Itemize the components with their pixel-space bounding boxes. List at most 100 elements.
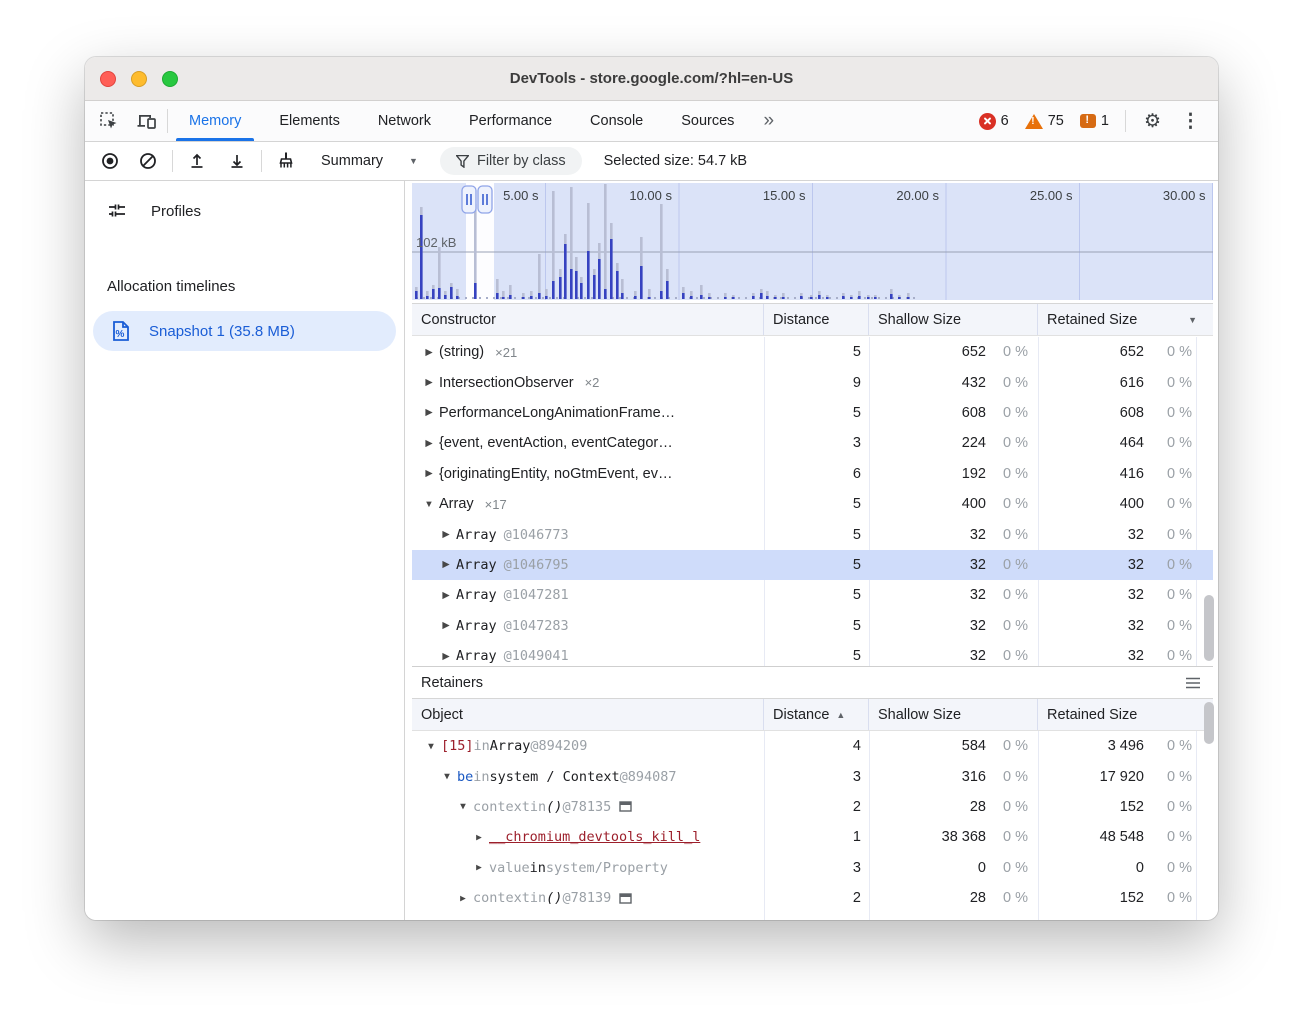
sidebar-item-profiles[interactable]: Profiles	[85, 191, 394, 231]
kebab-menu-icon[interactable]: ⋮	[1173, 110, 1208, 133]
minimize-window-button[interactable]	[131, 71, 147, 87]
save-profile-icon[interactable]	[222, 147, 252, 175]
constructor-row[interactable]: ▶ {event, eventAction, eventCategor… 3 2…	[412, 428, 1213, 458]
expander-collapsed-icon[interactable]: ▶	[422, 468, 436, 479]
cell-retained-size: 1520 %	[1038, 799, 1196, 815]
cell-retained-size: 320 %	[1038, 587, 1196, 603]
snapshot-label: Snapshot 1 (35.8 MB)	[149, 323, 295, 340]
tab-memory[interactable]: Memory	[170, 101, 260, 141]
settings-gear-icon[interactable]: ⚙	[1136, 110, 1169, 133]
column-header-distance[interactable]: Distance ▲	[764, 699, 869, 730]
warning-badge[interactable]: 75	[1019, 113, 1070, 129]
close-window-button[interactable]	[100, 71, 116, 87]
expander-collapsed-icon[interactable]: ▶	[439, 559, 453, 570]
cell-distance: 3	[764, 860, 869, 876]
expander-collapsed-icon[interactable]: ▶	[439, 620, 453, 631]
constructor-row[interactable]: ▼ Array ×17 5 4000 % 4000 %	[412, 489, 1213, 519]
constructor-row[interactable]: ▶ Array @1046773 5 320 % 320 %	[412, 519, 1213, 549]
retainers-section-bar: Retainers	[412, 666, 1213, 698]
expander-expanded-icon[interactable]: ▼	[440, 771, 454, 782]
cell-retained-size: 3 4960 %	[1038, 738, 1196, 754]
filter-by-class-input[interactable]: Filter by class	[440, 147, 582, 175]
error-badge[interactable]: 6	[973, 113, 1015, 130]
column-header-retained-size[interactable]: Retained Size	[1038, 699, 1213, 730]
column-header-retained-size[interactable]: Retained Size ▼	[1038, 304, 1213, 335]
error-count: 6	[1001, 113, 1009, 129]
tab-network[interactable]: Network	[359, 101, 450, 141]
expander-expanded-icon[interactable]: ▼	[422, 499, 436, 510]
column-header-distance[interactable]: Distance	[764, 304, 869, 335]
reveal-in-sources-icon[interactable]	[619, 801, 632, 812]
expander-collapsed-icon[interactable]: ▶	[456, 893, 470, 904]
perspective-select[interactable]: Summary ▼	[321, 153, 418, 169]
cell-shallow-size: 1920 %	[869, 466, 1038, 482]
chevron-down-icon: ▼	[409, 156, 418, 166]
expander-collapsed-icon[interactable]: ▶	[422, 377, 436, 388]
column-header-constructor[interactable]: Constructor	[412, 304, 764, 335]
inspect-element-icon[interactable]	[97, 109, 121, 133]
reveal-in-sources-icon[interactable]	[619, 893, 632, 904]
constructor-row[interactable]: ▶ IntersectionObserver ×2 9 4320 % 6160 …	[412, 367, 1213, 397]
cell-shallow-size: 00 %	[869, 860, 1038, 876]
allocation-timeline-overview[interactable]: 5.00 s10.00 s15.00 s20.00 s25.00 s30.00 …	[412, 183, 1213, 300]
tab-strip: MemoryElementsNetworkPerformanceConsoleS…	[170, 101, 753, 141]
clear-profiles-icon[interactable]	[133, 147, 163, 175]
constructor-row[interactable]: ▶ Array @1046795 5 320 % 320 %	[412, 550, 1213, 580]
constructor-row[interactable]: ▶ Array @1047281 5 320 % 320 %	[412, 580, 1213, 610]
expander-collapsed-icon[interactable]: ▶	[439, 651, 453, 662]
tab-console[interactable]: Console	[571, 101, 662, 141]
retainer-row[interactable]: ▼ [15] in Array @894209 4 5840 % 3 4960 …	[412, 731, 1213, 761]
sidebar-item-snapshot-1[interactable]: % Snapshot 1 (35.8 MB)	[93, 311, 396, 351]
devtools-window: DevTools - store.google.com/?hl=en-US Me…	[85, 57, 1218, 920]
retainer-row[interactable]: ▶ context in () @78139 2 280 % 1520 %	[412, 883, 1213, 913]
expander-collapsed-icon[interactable]: ▶	[472, 832, 486, 843]
column-header-object[interactable]: Object	[412, 699, 764, 730]
retainer-row[interactable]: ▼ be in system / Context @894087 3 3160 …	[412, 761, 1213, 791]
retainer-row[interactable]: ▼ context in () @78135 2 280 % 1520 %	[412, 792, 1213, 822]
tab-performance[interactable]: Performance	[450, 101, 571, 141]
retainers-rows: ▼ [15] in Array @894209 4 5840 % 3 4960 …	[412, 731, 1213, 920]
divider	[1125, 110, 1126, 132]
retainer-row[interactable]: ▶ value in system / Property 3 00 % 00 %	[412, 853, 1213, 883]
record-heap-icon[interactable]	[95, 147, 125, 175]
svg-text:25.00 s: 25.00 s	[1030, 188, 1073, 203]
expander-collapsed-icon[interactable]: ▶	[422, 347, 436, 358]
expander-collapsed-icon[interactable]: ▶	[422, 438, 436, 449]
expander-expanded-icon[interactable]: ▼	[424, 741, 438, 752]
retainers-scrollbar-thumb[interactable]	[1204, 702, 1214, 744]
expander-expanded-icon[interactable]: ▼	[456, 801, 470, 812]
cell-distance: 3	[764, 435, 869, 451]
svg-text:%: %	[116, 329, 125, 340]
column-header-shallow-size[interactable]: Shallow Size	[869, 304, 1038, 335]
column-header-shallow-size[interactable]: Shallow Size	[869, 699, 1038, 730]
expander-collapsed-icon[interactable]: ▶	[472, 862, 486, 873]
tab-sources[interactable]: Sources	[662, 101, 753, 141]
cell-retained-size: 6080 %	[1038, 405, 1196, 421]
cell-shallow-size: 320 %	[869, 618, 1038, 634]
cell-shallow-size: 280 %	[869, 799, 1038, 815]
clear-broom-icon[interactable]	[271, 147, 301, 175]
cell-retained-size: 48 5480 %	[1038, 829, 1196, 845]
load-profile-icon[interactable]	[182, 147, 212, 175]
constructor-row[interactable]: ▶ (string) ×21 5 6520 % 6520 %	[412, 337, 1213, 367]
issues-badge[interactable]: 1	[1074, 113, 1115, 129]
constructor-row[interactable]: ▶ {originatingEntity, noGtmEvent, ev… 6 …	[412, 459, 1213, 489]
cell-shallow-size: 38 3680 %	[869, 829, 1038, 845]
expander-collapsed-icon[interactable]: ▶	[439, 590, 453, 601]
constructor-row[interactable]: ▶ Array @1047283 5 320 % 320 %	[412, 611, 1213, 641]
allocation-timelines-heading: Allocation timelines	[107, 278, 235, 295]
constructor-scrollbar-thumb[interactable]	[1204, 595, 1214, 661]
zoom-window-button[interactable]	[162, 71, 178, 87]
cell-distance: 5	[764, 527, 869, 543]
hamburger-menu-icon[interactable]	[1185, 677, 1201, 689]
constructor-row[interactable]: ▶ Array @1049041 5 320 % 320 %	[412, 641, 1213, 666]
more-tabs-button[interactable]: »	[753, 101, 784, 141]
device-toolbar-icon[interactable]	[135, 109, 159, 133]
cell-distance: 5	[764, 648, 869, 664]
expander-collapsed-icon[interactable]: ▶	[439, 529, 453, 540]
cell-shallow-size: 5840 %	[869, 738, 1038, 754]
constructor-row[interactable]: ▶ PerformanceLongAnimationFrame… 5 6080 …	[412, 398, 1213, 428]
retainer-row[interactable]: ▶ __chromium_devtools_kill_l 1 38 3680 %…	[412, 822, 1213, 852]
tab-elements[interactable]: Elements	[260, 101, 358, 141]
expander-collapsed-icon[interactable]: ▶	[422, 407, 436, 418]
